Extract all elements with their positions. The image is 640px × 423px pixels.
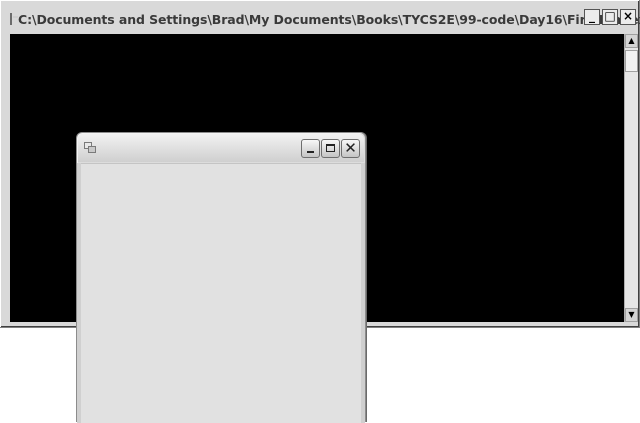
maximize-icon xyxy=(326,144,335,152)
form-minimize-button[interactable] xyxy=(301,139,320,158)
form-controls: ✕ xyxy=(301,139,360,158)
console-titlebar[interactable]: C:\Documents and Settings\Brad\My Docume… xyxy=(4,8,640,30)
form-client-area[interactable] xyxy=(81,163,361,423)
console-vertical-scrollbar[interactable]: ▲ ▼ xyxy=(624,34,638,322)
console-close-button[interactable]: × xyxy=(620,9,636,25)
console-controls: _ □ × xyxy=(584,9,636,25)
form-maximize-button[interactable] xyxy=(321,139,340,158)
form-window: ✕ xyxy=(76,132,366,423)
console-maximize-button[interactable]: □ xyxy=(602,9,618,25)
console-minimize-button[interactable]: _ xyxy=(584,9,600,25)
close-icon: × xyxy=(622,9,634,23)
form-close-button[interactable]: ✕ xyxy=(341,139,360,158)
minimize-icon: _ xyxy=(589,9,595,23)
maximize-icon: □ xyxy=(604,9,616,23)
close-icon: ✕ xyxy=(344,139,357,157)
form-icon[interactable] xyxy=(84,142,97,153)
scrollbar-thumb[interactable] xyxy=(625,50,638,72)
form-border-right[interactable] xyxy=(361,163,365,423)
scroll-up-arrow-icon[interactable]: ▲ xyxy=(625,34,638,48)
form-titlebar[interactable]: ✕ xyxy=(78,134,364,162)
scroll-down-arrow-icon[interactable]: ▼ xyxy=(625,308,638,322)
console-icon[interactable] xyxy=(10,13,18,25)
console-title: C:\Documents and Settings\Brad\My Docume… xyxy=(18,11,640,27)
minimize-icon xyxy=(307,151,314,153)
